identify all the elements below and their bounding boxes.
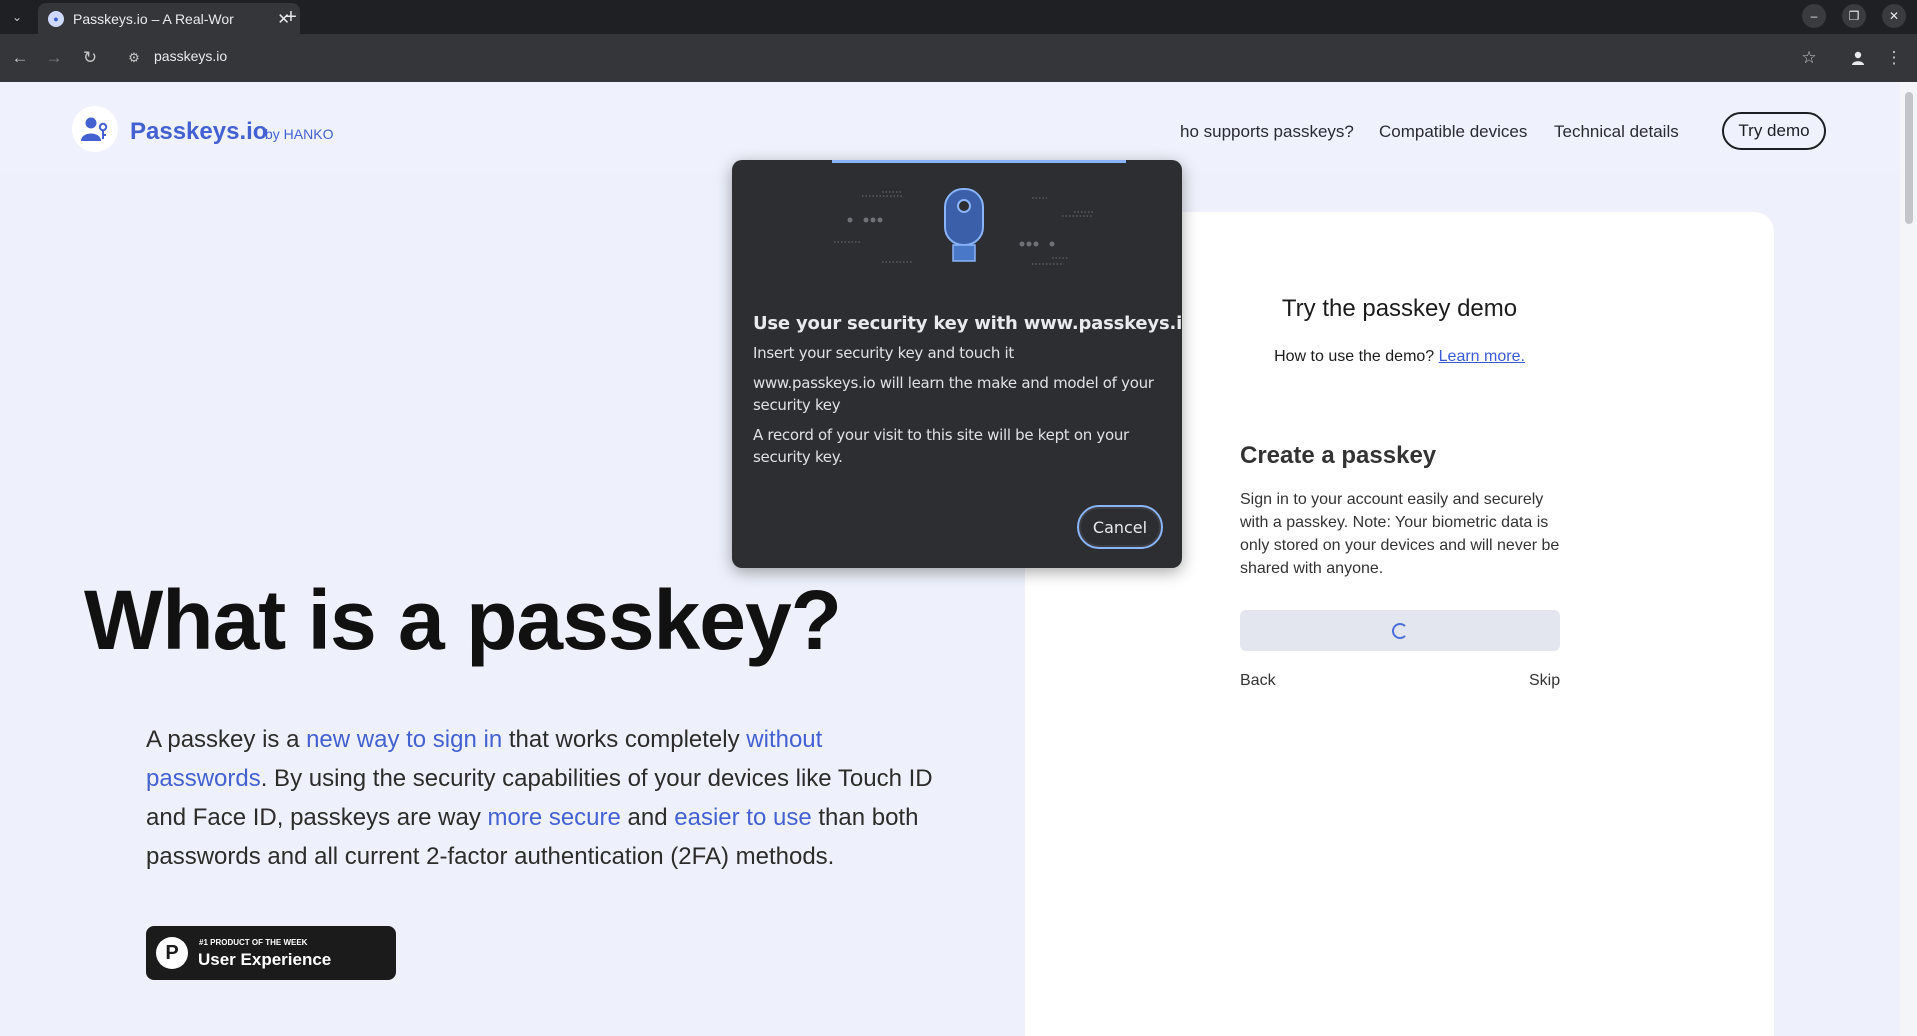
- badge-title: User Experience: [198, 950, 332, 969]
- hero-text-fragment: that works completely: [502, 726, 747, 753]
- site-header: Passkeys.io by HANKO ho supports passkey…: [0, 82, 1900, 172]
- more-menu-icon[interactable]: ⋮: [1882, 46, 1906, 70]
- page-content: Passkeys.io by HANKO ho supports passkey…: [0, 82, 1917, 1036]
- close-window-icon[interactable]: ✕: [1882, 4, 1906, 28]
- hero-text-fragment: and: [620, 804, 675, 831]
- forward-arrow-icon[interactable]: →: [42, 46, 66, 70]
- security-key-dialog: Use your security key with www.passkeys.…: [732, 160, 1182, 568]
- hero-highlight-link[interactable]: more secure: [487, 804, 620, 831]
- page-scrollbar[interactable]: [1900, 82, 1917, 1036]
- tab-strip: ⌄ ● Passkeys.io – A Real-Wor ✕ + – ❐ ✕: [0, 0, 1917, 34]
- security-key-illustration-icon: [834, 188, 1094, 265]
- reload-icon[interactable]: ↻: [78, 46, 102, 70]
- hero-description: A passkey is a new way to sign in that w…: [146, 720, 946, 876]
- try-demo-button[interactable]: Try demo: [1722, 112, 1826, 150]
- tab-title: Passkeys.io – A Real-Wor: [73, 10, 234, 27]
- new-tab-icon[interactable]: +: [278, 4, 304, 30]
- dialog-record-notice: A record of your visit to this site will…: [753, 426, 1129, 466]
- product-hunt-icon: P: [156, 937, 188, 969]
- hero-text-fragment: A passkey is a: [146, 726, 307, 753]
- passkeys-favicon-icon: ●: [48, 10, 64, 27]
- learn-more-link[interactable]: Learn more.: [1439, 348, 1525, 365]
- create-passkey-description: Sign in to your account easily and secur…: [1240, 491, 1560, 577]
- dialog-make-model-notice: www.passkeys.io will learn the make and …: [753, 374, 1154, 414]
- back-arrow-icon[interactable]: ←: [8, 46, 32, 70]
- skip-link[interactable]: Skip: [1529, 672, 1560, 690]
- restore-icon[interactable]: ❐: [1842, 4, 1866, 28]
- browser-toolbar: ← → ↻ ⚙ passkeys.io ☆ ⋮: [0, 34, 1917, 82]
- hero-title: What is a passkey?: [84, 573, 842, 667]
- scroll-thumb[interactable]: [1905, 92, 1913, 224]
- browser-tab[interactable]: ● Passkeys.io – A Real-Wor ✕: [38, 3, 300, 34]
- hero-highlight-link[interactable]: new way to sign in: [306, 726, 502, 753]
- nav-technical-details[interactable]: Technical details: [1554, 122, 1679, 142]
- loading-spinner-icon: [1392, 622, 1408, 639]
- dialog-instruction: Insert your security key and touch it: [753, 344, 1014, 362]
- minimize-icon[interactable]: –: [1802, 4, 1826, 28]
- back-link[interactable]: Back: [1240, 672, 1276, 690]
- logo-text[interactable]: Passkeys.io: [130, 118, 267, 146]
- nav-who-supports[interactable]: ho supports passkeys?: [1180, 122, 1354, 142]
- create-passkey-button[interactable]: [1240, 610, 1560, 651]
- hero-highlight-link[interactable]: easier to use: [674, 804, 811, 831]
- logo-byline: by HANKO: [265, 126, 334, 142]
- dialog-title: Use your security key with www.passkeys.…: [753, 313, 1182, 334]
- profile-icon[interactable]: [1846, 46, 1870, 70]
- cancel-button[interactable]: Cancel: [1077, 505, 1163, 549]
- logo-icon[interactable]: [72, 106, 118, 152]
- site-settings-icon[interactable]: ⚙: [122, 46, 146, 70]
- bookmark-star-icon[interactable]: ☆: [1797, 46, 1821, 70]
- dialog-progress-bar: [832, 160, 1126, 163]
- product-hunt-badge[interactable]: P #1 PRODUCT OF THE WEEK User Experience: [146, 926, 396, 980]
- tab-search-icon[interactable]: ⌄: [6, 6, 28, 28]
- create-passkey-title: Create a passkey: [1240, 442, 1437, 469]
- howto-text: How to use the demo?: [1274, 348, 1435, 365]
- nav-compatible-devices[interactable]: Compatible devices: [1379, 122, 1527, 142]
- badge-subtitle: #1 PRODUCT OF THE WEEK: [199, 938, 308, 947]
- address-bar[interactable]: passkeys.io: [154, 48, 227, 64]
